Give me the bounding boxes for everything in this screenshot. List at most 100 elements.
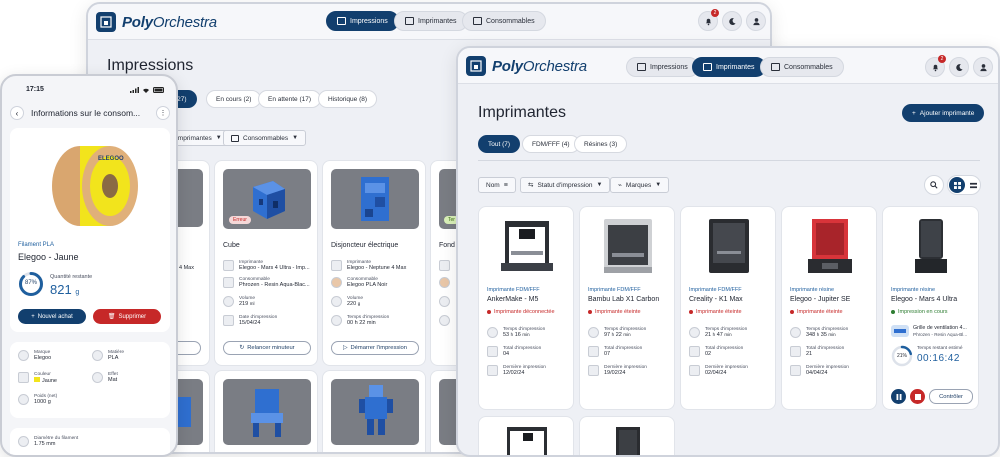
demarrer-impression-button[interactable]: ▷ Démarrer l'impression	[331, 341, 419, 355]
search-button[interactable]	[924, 175, 944, 195]
spool-icon	[771, 63, 780, 71]
job-thumbnail	[891, 325, 909, 337]
chair-model-image	[251, 389, 283, 437]
print-thumbnail	[331, 169, 419, 229]
material-icon	[223, 277, 234, 288]
tab-en-cours[interactable]: En cours (2)	[206, 90, 262, 108]
volume-icon	[223, 296, 234, 307]
account-button[interactable]	[746, 11, 766, 31]
printer-card-ankermake[interactable]: Imprimante FDM/FFF AnkerMake - M5 Imprim…	[478, 206, 574, 410]
print-thumbnail	[223, 379, 311, 445]
sort-icon: ≡	[503, 181, 508, 189]
printer-card-jupiter[interactable]: Imprimante résine Elegoo - Jupiter SE Im…	[781, 206, 877, 410]
print-card[interactable]	[214, 370, 318, 452]
pause-button[interactable]	[891, 389, 906, 404]
brand-logo[interactable]: PolyOrchestra	[466, 56, 587, 76]
account-button[interactable]	[973, 57, 993, 77]
caret-down-icon: ▼	[596, 182, 603, 188]
nav-impressions[interactable]: Impressions	[326, 11, 399, 31]
screen-title: Informations sur le consom...	[31, 108, 141, 118]
nav-consommables[interactable]: Consommables	[760, 57, 844, 77]
printer-icon	[331, 260, 342, 271]
calendar-icon	[487, 365, 498, 376]
tab-en-attente[interactable]: En attente (17)	[258, 90, 321, 108]
filter-brands[interactable]: ⌁ Marques ▼	[610, 177, 670, 193]
print-card-cube[interactable]: Erreur Cube Imprimante Elegoo - Mars 4 Ul…	[214, 160, 318, 366]
qty-label: Quantité restante	[50, 274, 93, 280]
printer-status: Imprimante déconnectée	[487, 309, 555, 315]
clock-icon	[588, 327, 599, 338]
tab-fdm-fff[interactable]: FDM/FFF (4)	[522, 135, 580, 153]
printer-card-creality[interactable]: Imprimante FDM/FFF Creality - K1 Max Imp…	[680, 206, 776, 410]
robot-model-image	[359, 385, 393, 435]
notifications-button[interactable]: 2	[698, 9, 719, 31]
print-name: Cube	[223, 242, 240, 249]
more-button[interactable]: ⋮	[156, 106, 170, 120]
spool-icon	[231, 134, 239, 142]
printer-status: Impression en cours	[891, 309, 948, 315]
refresh-icon: ↻	[239, 345, 245, 351]
printer-card[interactable]	[478, 416, 574, 455]
printer-card-bambu[interactable]: Imprimante FDM/FFF Bambu Lab X1 Carbon I…	[579, 206, 675, 410]
signal-icon	[130, 87, 139, 93]
remaining-time: 00:16:42	[917, 353, 960, 364]
new-purchase-button[interactable]: + Nouvel achat	[18, 309, 86, 324]
printer-logo-icon	[96, 12, 116, 32]
material-icon	[92, 350, 103, 361]
printer-status: Imprimante éteinte	[588, 309, 641, 315]
clock-icon	[487, 327, 498, 338]
caret-down-icon: ▼	[655, 182, 662, 188]
printer-image	[709, 219, 749, 273]
filter-consommables[interactable]: Consommables ▼	[223, 130, 307, 146]
brand-logo[interactable]: PolyOrchestra	[96, 12, 217, 32]
list-view-button[interactable]	[965, 177, 981, 193]
list-icon	[969, 182, 977, 188]
filament-spool-image: ELEGOO	[52, 146, 138, 226]
notifications-button[interactable]: 2	[925, 55, 946, 77]
clock-icon	[689, 327, 700, 338]
grid-icon	[953, 181, 961, 189]
view-toggle	[947, 175, 981, 195]
page-title: Imprimantes	[478, 104, 567, 121]
diameter-card: Diamètre du filament 1.75 mm	[10, 428, 170, 455]
total-prints-icon	[689, 346, 700, 357]
tab-tout[interactable]: Tout (7)	[478, 135, 521, 153]
diameter-icon	[18, 436, 29, 447]
material-icon	[331, 277, 342, 288]
delete-button[interactable]: 🗑 Supprimer	[93, 309, 161, 324]
nav-imprimantes[interactable]: Imprimantes	[394, 11, 468, 31]
printer-card-mars4ultra[interactable]: Imprimante résine Elegoo - Mars 4 Ultra …	[882, 206, 979, 410]
control-button[interactable]: Contrôler	[929, 389, 973, 404]
weight-icon	[439, 296, 450, 307]
printer-image	[915, 219, 947, 273]
printer-name: AnkerMake - M5	[487, 296, 539, 303]
theme-toggle-button[interactable]	[722, 11, 742, 31]
calendar-icon	[790, 365, 801, 376]
pause-icon	[896, 393, 901, 400]
sort-by-name[interactable]: Nom ≡	[478, 177, 516, 193]
tab-historique[interactable]: Historique (8)	[318, 90, 378, 108]
consumable-card: ELEGOO Filament PLA Elegoo - Jaune 87% Q…	[10, 128, 170, 332]
stop-button[interactable]	[910, 389, 925, 404]
filter-print-status[interactable]: ⇆ Statut d'impression ▼	[520, 177, 611, 193]
divider	[478, 160, 980, 161]
svg-text:ELEGOO: ELEGOO	[98, 156, 124, 162]
back-button[interactable]: ‹	[10, 106, 24, 120]
printer-name: Bambu Lab X1 Carbon	[588, 296, 660, 303]
print-card[interactable]	[322, 370, 426, 452]
nav-impressions[interactable]: Impressions	[626, 57, 699, 77]
calendar-icon	[588, 365, 599, 376]
grid-view-button[interactable]	[949, 177, 965, 193]
tab-resines[interactable]: Résines (3)	[574, 135, 628, 153]
print-thumbnail	[331, 379, 419, 445]
printer-card[interactable]	[579, 416, 675, 455]
add-printer-button[interactable]: + Ajouter imprimante	[902, 104, 985, 122]
relancer-minuteur-button[interactable]: ↻ Relancer minuteur	[223, 341, 311, 355]
theme-toggle-button[interactable]	[949, 57, 969, 77]
nav-consommables[interactable]: Consommables	[462, 11, 546, 31]
nav-imprimantes[interactable]: Imprimantes	[692, 57, 766, 77]
clock-icon	[790, 327, 801, 338]
print-card-disjoncteur[interactable]: Disjoncteur électrique Imprimante Elegoo …	[322, 160, 426, 366]
calendar-icon	[223, 315, 234, 326]
remaining-gauge: 87%	[18, 271, 44, 297]
